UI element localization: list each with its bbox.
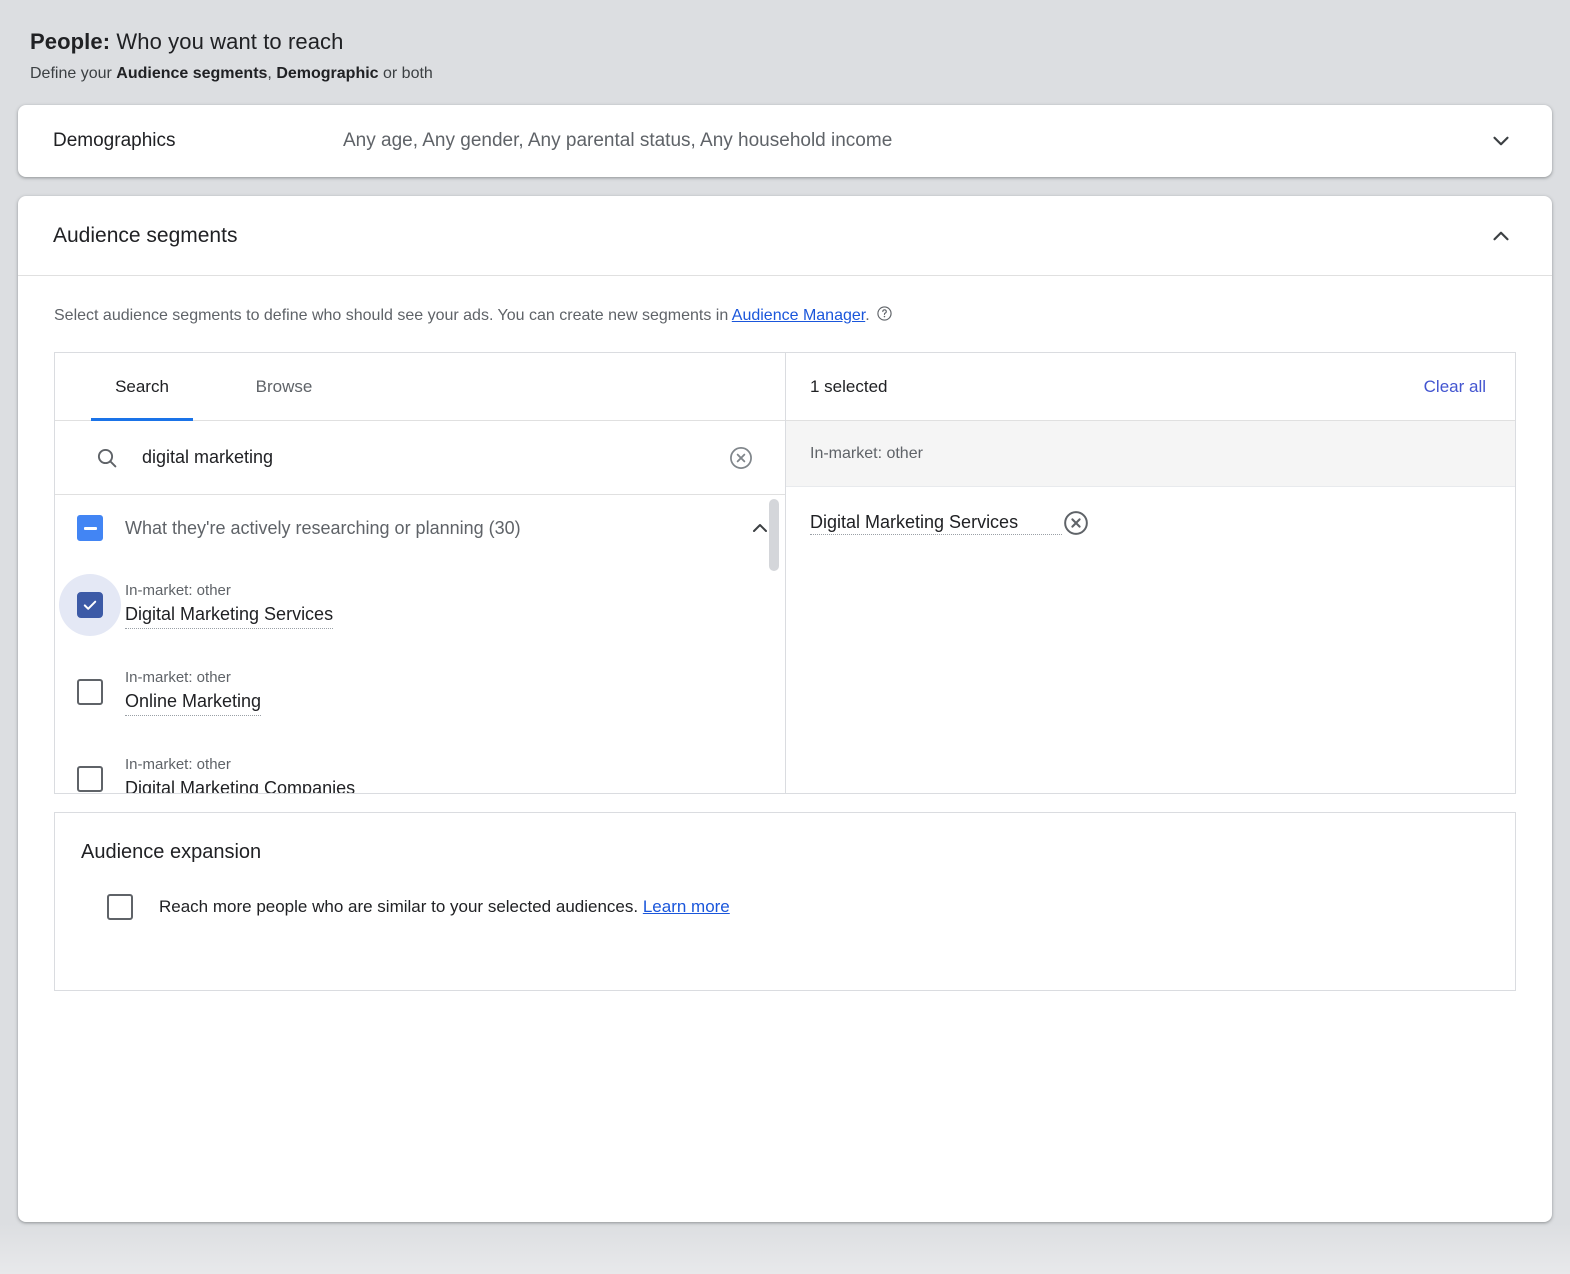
item-checkbox-wrap — [55, 678, 125, 705]
list-item[interactable]: In-market: other Digital Marketing Servi… — [55, 561, 785, 648]
description-text: Select audience segments to define who s… — [54, 307, 732, 324]
group-checkbox-wrap — [55, 515, 125, 541]
search-input[interactable] — [140, 446, 728, 469]
results-scrollbar[interactable] — [769, 495, 779, 793]
selected-group-label: In-market: other — [810, 444, 923, 462]
list-item-texts: In-market: other Online Marketing — [125, 668, 262, 716]
list-item-name[interactable]: Digital Marketing Services — [125, 601, 334, 629]
subtitle-demographic: Demographic — [276, 65, 379, 82]
subtitle-post: or both — [378, 65, 433, 82]
learn-more-link[interactable]: Learn more — [643, 897, 730, 916]
tab-search[interactable]: Search — [91, 353, 193, 421]
clear-circle-icon[interactable] — [728, 445, 754, 471]
results-group-label: What they're actively researching or pla… — [125, 517, 521, 538]
people-targeting-panel: People: Who you want to reach Define you… — [0, 0, 1570, 1274]
list-item-category: In-market: other — [125, 581, 231, 599]
selected-segments-panel: 1 selected Clear all In-market: other Di… — [786, 353, 1515, 793]
subtitle-pre: Define your — [30, 65, 117, 82]
list-item-name[interactable]: Digital Marketing Companies — [125, 775, 355, 794]
item-checkbox-wrap — [55, 573, 125, 636]
audience-expansion-checkbox[interactable] — [107, 894, 133, 920]
clear-all-button[interactable]: Clear all — [1424, 377, 1486, 397]
audience-segments-title: Audience segments — [53, 223, 238, 247]
checkbox-focus-ripple — [59, 573, 121, 636]
remove-circle-icon[interactable] — [1062, 509, 1090, 537]
list-item-category: In-market: other — [125, 668, 231, 686]
demographics-label: Demographics — [53, 130, 176, 151]
audience-segments-card: Audience segments Select audience segmen… — [18, 196, 1552, 1222]
search-icon — [95, 446, 119, 470]
item-checkbox-wrap — [55, 765, 125, 792]
audience-picker-search-panel: Search Browse digital marketing What the… — [55, 353, 786, 793]
selected-item-name[interactable]: Digital Marketing Services — [810, 512, 1062, 535]
selected-count-label: 1 selected — [810, 376, 888, 396]
group-checkbox-indeterminate[interactable] — [77, 515, 103, 541]
tab-browse[interactable]: Browse — [229, 353, 339, 420]
list-item-texts: In-market: other Digital Marketing Compa… — [125, 755, 355, 794]
audience-picker: Search Browse digital marketing What the… — [54, 352, 1516, 794]
picker-tabs: Search Browse — [55, 353, 785, 421]
page-title-rest: Who you want to reach — [110, 29, 344, 54]
audience-expansion-row: Reach more people who are similar to you… — [107, 894, 1515, 920]
subtitle-audience-segments: Audience segments — [116, 65, 268, 82]
list-item-category: In-market: other — [125, 755, 231, 773]
item-checkbox-checked[interactable] — [77, 591, 103, 618]
audience-segments-description: Select audience segments to define who s… — [18, 276, 1552, 327]
page-title: People: Who you want to reach — [30, 28, 1540, 56]
selected-header: 1 selected Clear all — [786, 353, 1515, 421]
demographics-summary: Any age, Any gender, Any parental status… — [343, 130, 893, 151]
audience-manager-link[interactable]: Audience Manager — [732, 307, 865, 324]
audience-expansion-text: Reach more people who are similar to you… — [159, 897, 730, 917]
description-period: . — [865, 307, 870, 324]
list-item[interactable]: In-market: other Online Marketing — [55, 648, 785, 735]
audience-expansion-title: Audience expansion — [81, 841, 262, 863]
item-checkbox[interactable] — [77, 678, 103, 705]
selected-group-header: In-market: other — [786, 421, 1515, 487]
chevron-down-icon[interactable] — [1488, 128, 1514, 154]
subtitle-separator: , — [267, 65, 277, 82]
search-results-list: What they're actively researching or pla… — [55, 495, 785, 793]
results-group-header[interactable]: What they're actively researching or pla… — [55, 495, 785, 561]
list-item-texts: In-market: other Digital Marketing Servi… — [125, 581, 334, 629]
search-row — [55, 421, 785, 495]
list-item[interactable]: In-market: other Digital Marketing Compa… — [55, 735, 785, 793]
demographics-card[interactable]: Demographics Any age, Any gender, Any pa… — [18, 105, 1552, 177]
results-scrollbar-thumb[interactable] — [769, 499, 779, 571]
item-checkbox[interactable] — [77, 765, 103, 792]
page-subtitle: Define your Audience segments, Demograph… — [30, 63, 1540, 85]
section-header: People: Who you want to reach Define you… — [30, 28, 1540, 85]
list-item-name[interactable]: Online Marketing — [125, 688, 262, 716]
audience-segments-header[interactable]: Audience segments — [18, 196, 1552, 276]
chevron-up-icon[interactable] — [1488, 223, 1514, 249]
help-circle-icon[interactable] — [876, 305, 893, 322]
page-title-bold: People: — [30, 29, 111, 54]
selected-item-row: Digital Marketing Services — [786, 487, 1515, 559]
audience-expansion-section: Audience expansion Reach more people who… — [54, 812, 1516, 991]
audience-expansion-description: Reach more people who are similar to you… — [159, 897, 639, 916]
